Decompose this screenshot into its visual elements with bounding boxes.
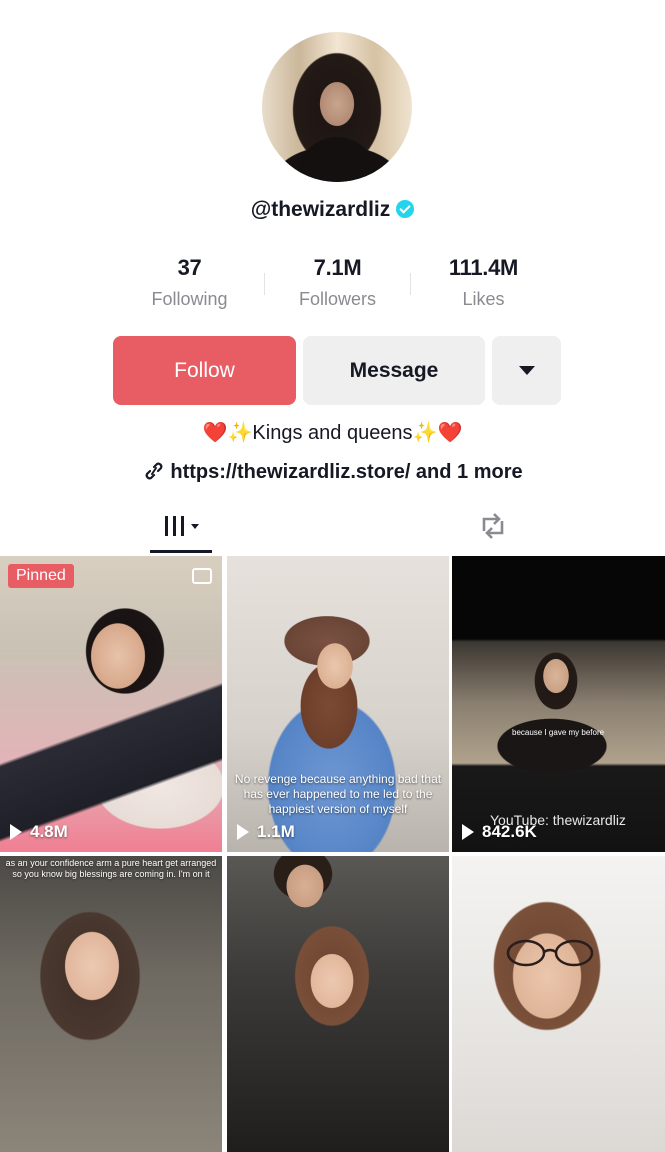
following-label: Following [151,289,228,309]
followers-count: 7.1M [313,255,362,280]
video-caption: as an your confidence arm a pure heart g… [5,858,217,879]
play-icon [462,824,474,840]
profile-avatar[interactable] [262,32,412,182]
likes-count: 111.4M [448,255,519,280]
link-icon [145,462,163,480]
video-grid: Pinned 4.8M No revenge because anything … [0,556,665,1152]
profile-tabs [0,500,665,553]
stat-following[interactable]: 37 Following [118,255,261,310]
video-thumbnail[interactable]: Pinned 4.8M [0,556,222,852]
play-icon [237,824,249,840]
stat-likes[interactable]: 111.4M Likes [412,255,555,310]
tab-reposts[interactable] [462,500,524,552]
photo-post-icon [192,568,212,584]
profile-stats: 37 Following 7.1M Followers 111.4M Likes [118,255,548,315]
stat-divider [264,273,265,295]
view-count: 1.1M [237,822,295,842]
view-count: 842.6K [462,822,537,842]
stat-divider [410,273,411,295]
video-caption: No revenge because anything bad that has… [234,772,442,816]
followers-label: Followers [298,289,377,309]
stat-followers[interactable]: 7.1M Followers [266,255,409,310]
username: @thewizardliz [250,198,391,221]
videos-grid-icon [165,516,199,536]
message-button[interactable]: Message [303,336,485,405]
glasses-illustration [506,939,594,967]
video-thumbnail[interactable]: as an your confidence arm a pure heart g… [0,856,222,1152]
video-subtitle: because I gave my before [512,728,605,737]
video-thumbnail[interactable] [452,856,665,1152]
play-icon [10,824,22,840]
verified-badge-icon [396,200,415,218]
video-thumbnail[interactable]: because I gave my before YouTube: thewiz… [452,556,665,852]
likes-label: Likes [462,289,505,309]
tab-videos[interactable] [150,500,212,552]
more-options-button[interactable] [492,336,561,405]
caret-down-icon [518,366,535,375]
video-thumbnail[interactable]: No revenge because anything bad that has… [227,556,449,852]
profile-bio: ❤️✨Kings and queens✨❤️ [202,422,463,444]
follow-button[interactable]: Follow [113,336,296,405]
video-thumbnail[interactable] [227,856,449,1152]
profile-link-text: https://thewizardliz.store/ and 1 more [170,461,523,483]
active-tab-indicator [150,550,212,553]
pinned-badge: Pinned [8,564,74,588]
view-count: 4.8M [10,822,68,842]
username-row: @thewizardliz [0,198,665,222]
profile-link[interactable]: https://thewizardliz.store/ and 1 more [0,461,665,484]
following-count: 37 [177,255,202,280]
repost-icon [482,513,504,539]
